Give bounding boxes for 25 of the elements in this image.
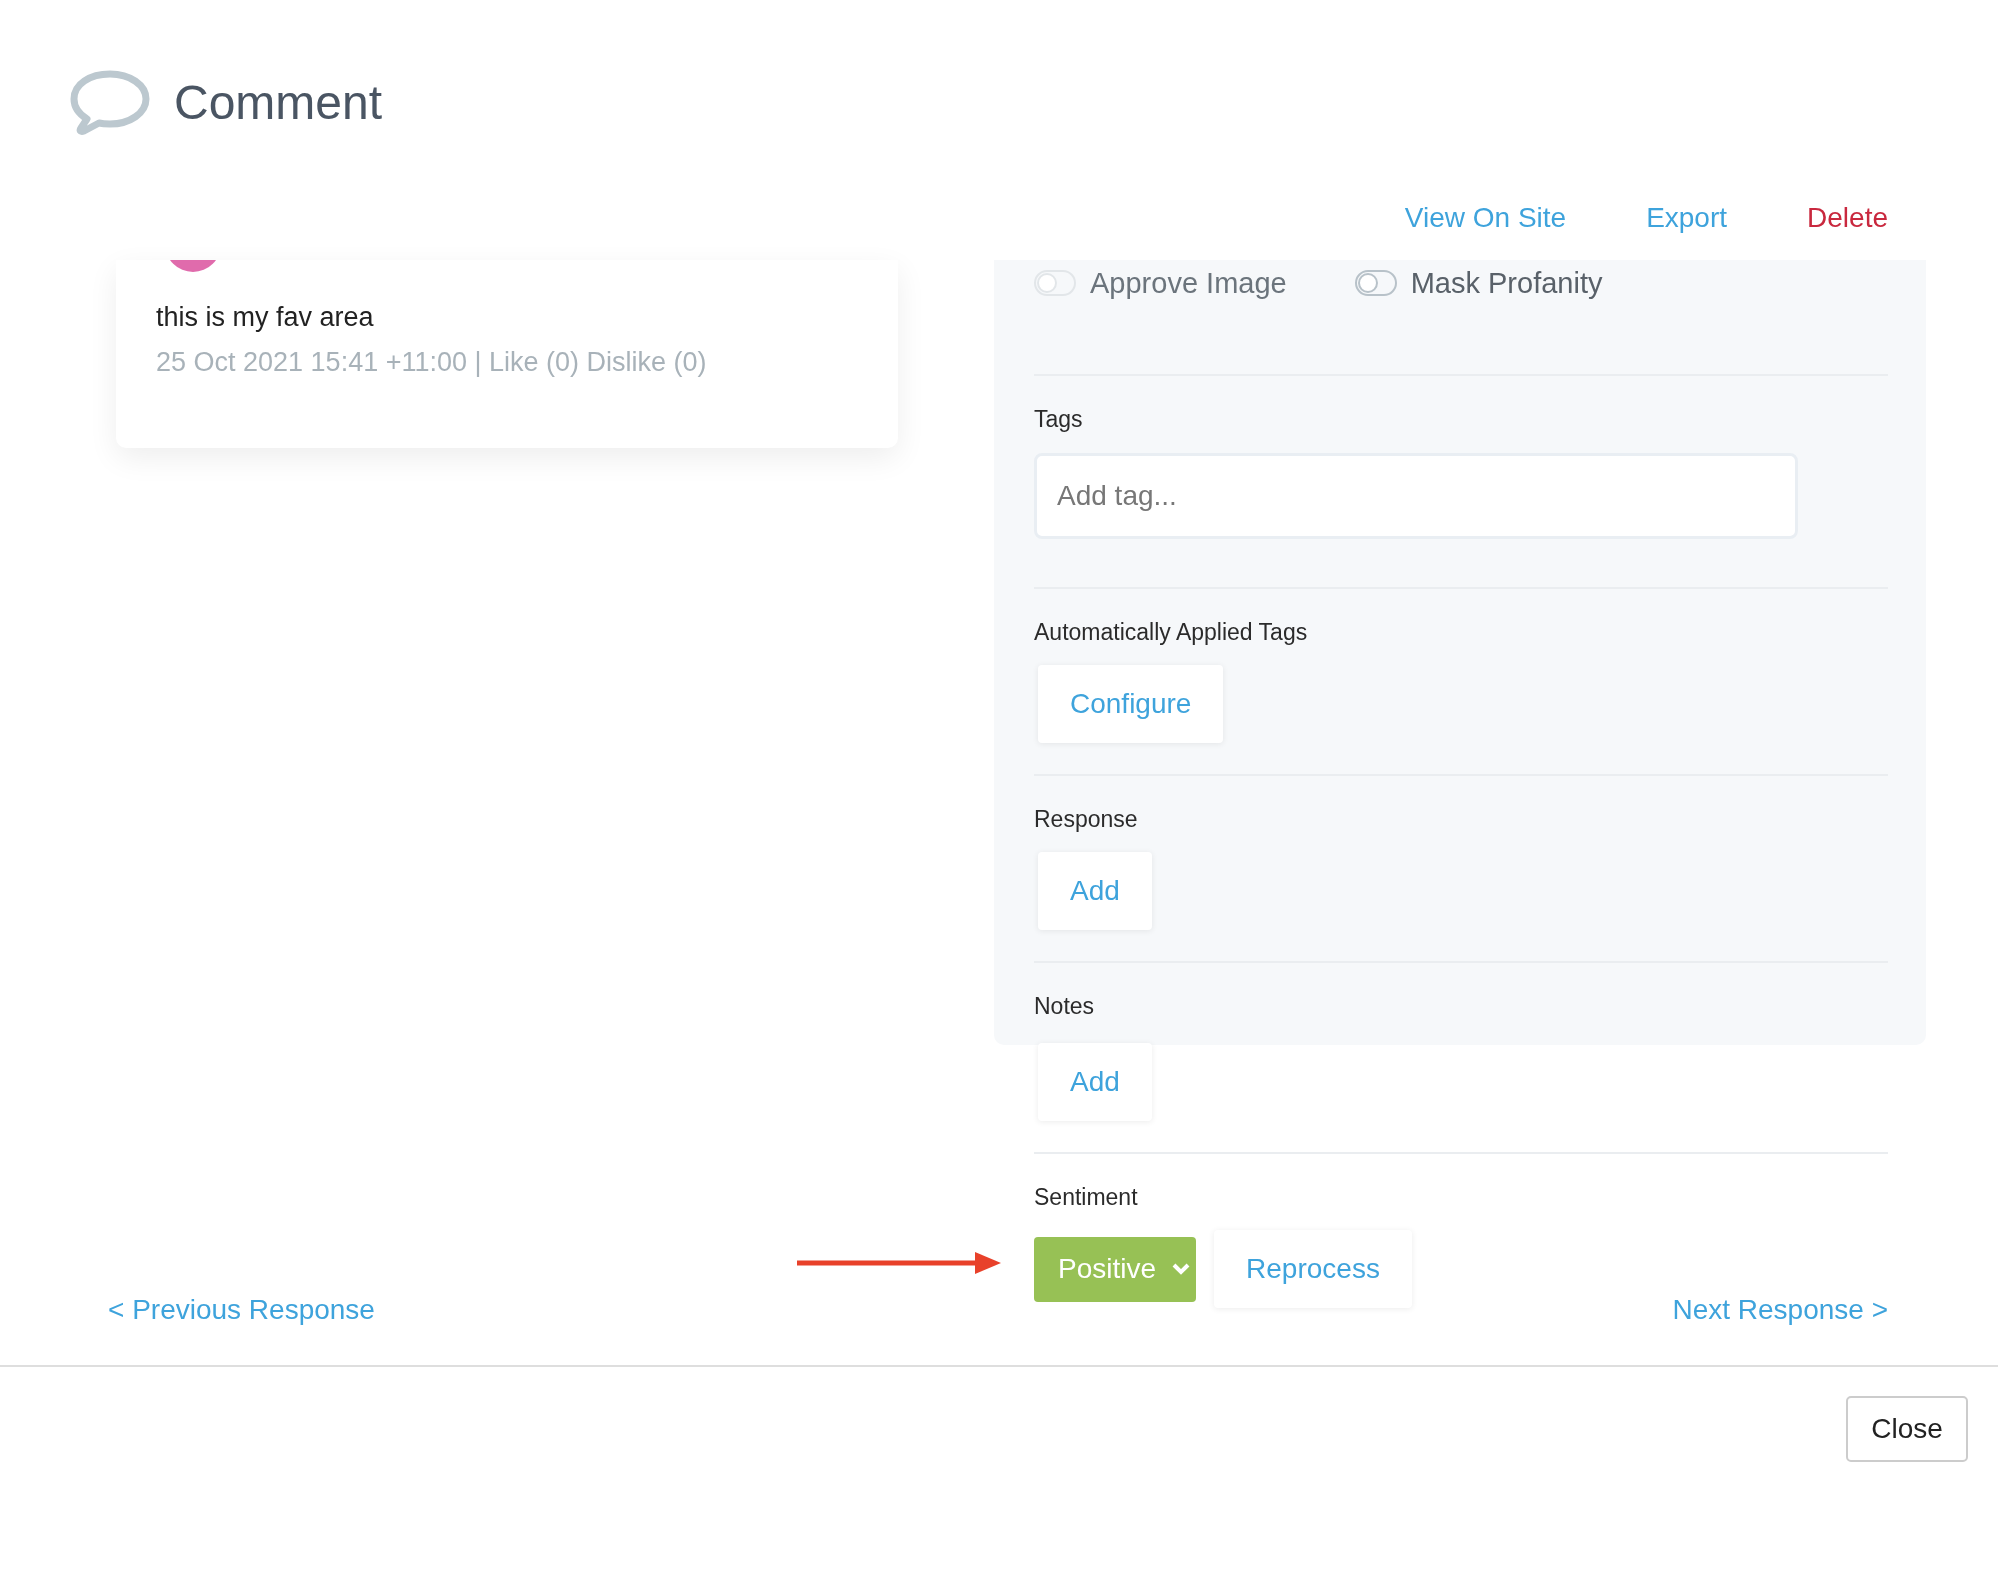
toggle-label: Approve Image (1090, 266, 1287, 300)
toggle-label: Mask Profanity (1410, 266, 1603, 300)
close-button[interactable]: Close (1846, 1396, 1968, 1462)
next-response-link[interactable]: Next Response > (1672, 1294, 1888, 1326)
delete-link[interactable]: Delete (1807, 202, 1888, 234)
previous-response-link[interactable]: < Previous Response (108, 1294, 375, 1326)
section-label: Tags (1034, 406, 1084, 432)
comment-meta: 25 Oct 2021 15:41 +11:00 | Like (0) Dislike (0) (156, 347, 708, 378)
section-label: Automatically Applied Tags (1034, 619, 1309, 645)
section-label: Response (1034, 806, 1139, 832)
add-response-button[interactable]: Add (1038, 852, 1152, 930)
action-link[interactable]: Export (1646, 202, 1728, 234)
section-label: Notes (1034, 993, 1096, 1019)
sentiment-dropdown[interactable]: Positive (1034, 1236, 1197, 1302)
modal-title: Comment (174, 74, 383, 130)
section-label: Sentiment (1034, 1184, 1139, 1210)
speech-bubble-icon (68, 69, 152, 135)
reprocess-button[interactable]: Reprocess (1214, 1230, 1412, 1308)
chevron-down-icon (1172, 1263, 1191, 1275)
add-note-button[interactable]: Add (1038, 1043, 1152, 1121)
configure-button[interactable]: Configure (1038, 665, 1224, 743)
action-link[interactable]: View On Site (1404, 202, 1567, 234)
tag-input-field[interactable]: Add tag... (1034, 453, 1798, 539)
toggle-switch[interactable] (1354, 270, 1397, 296)
comment-text: this is my fav area (156, 302, 375, 333)
